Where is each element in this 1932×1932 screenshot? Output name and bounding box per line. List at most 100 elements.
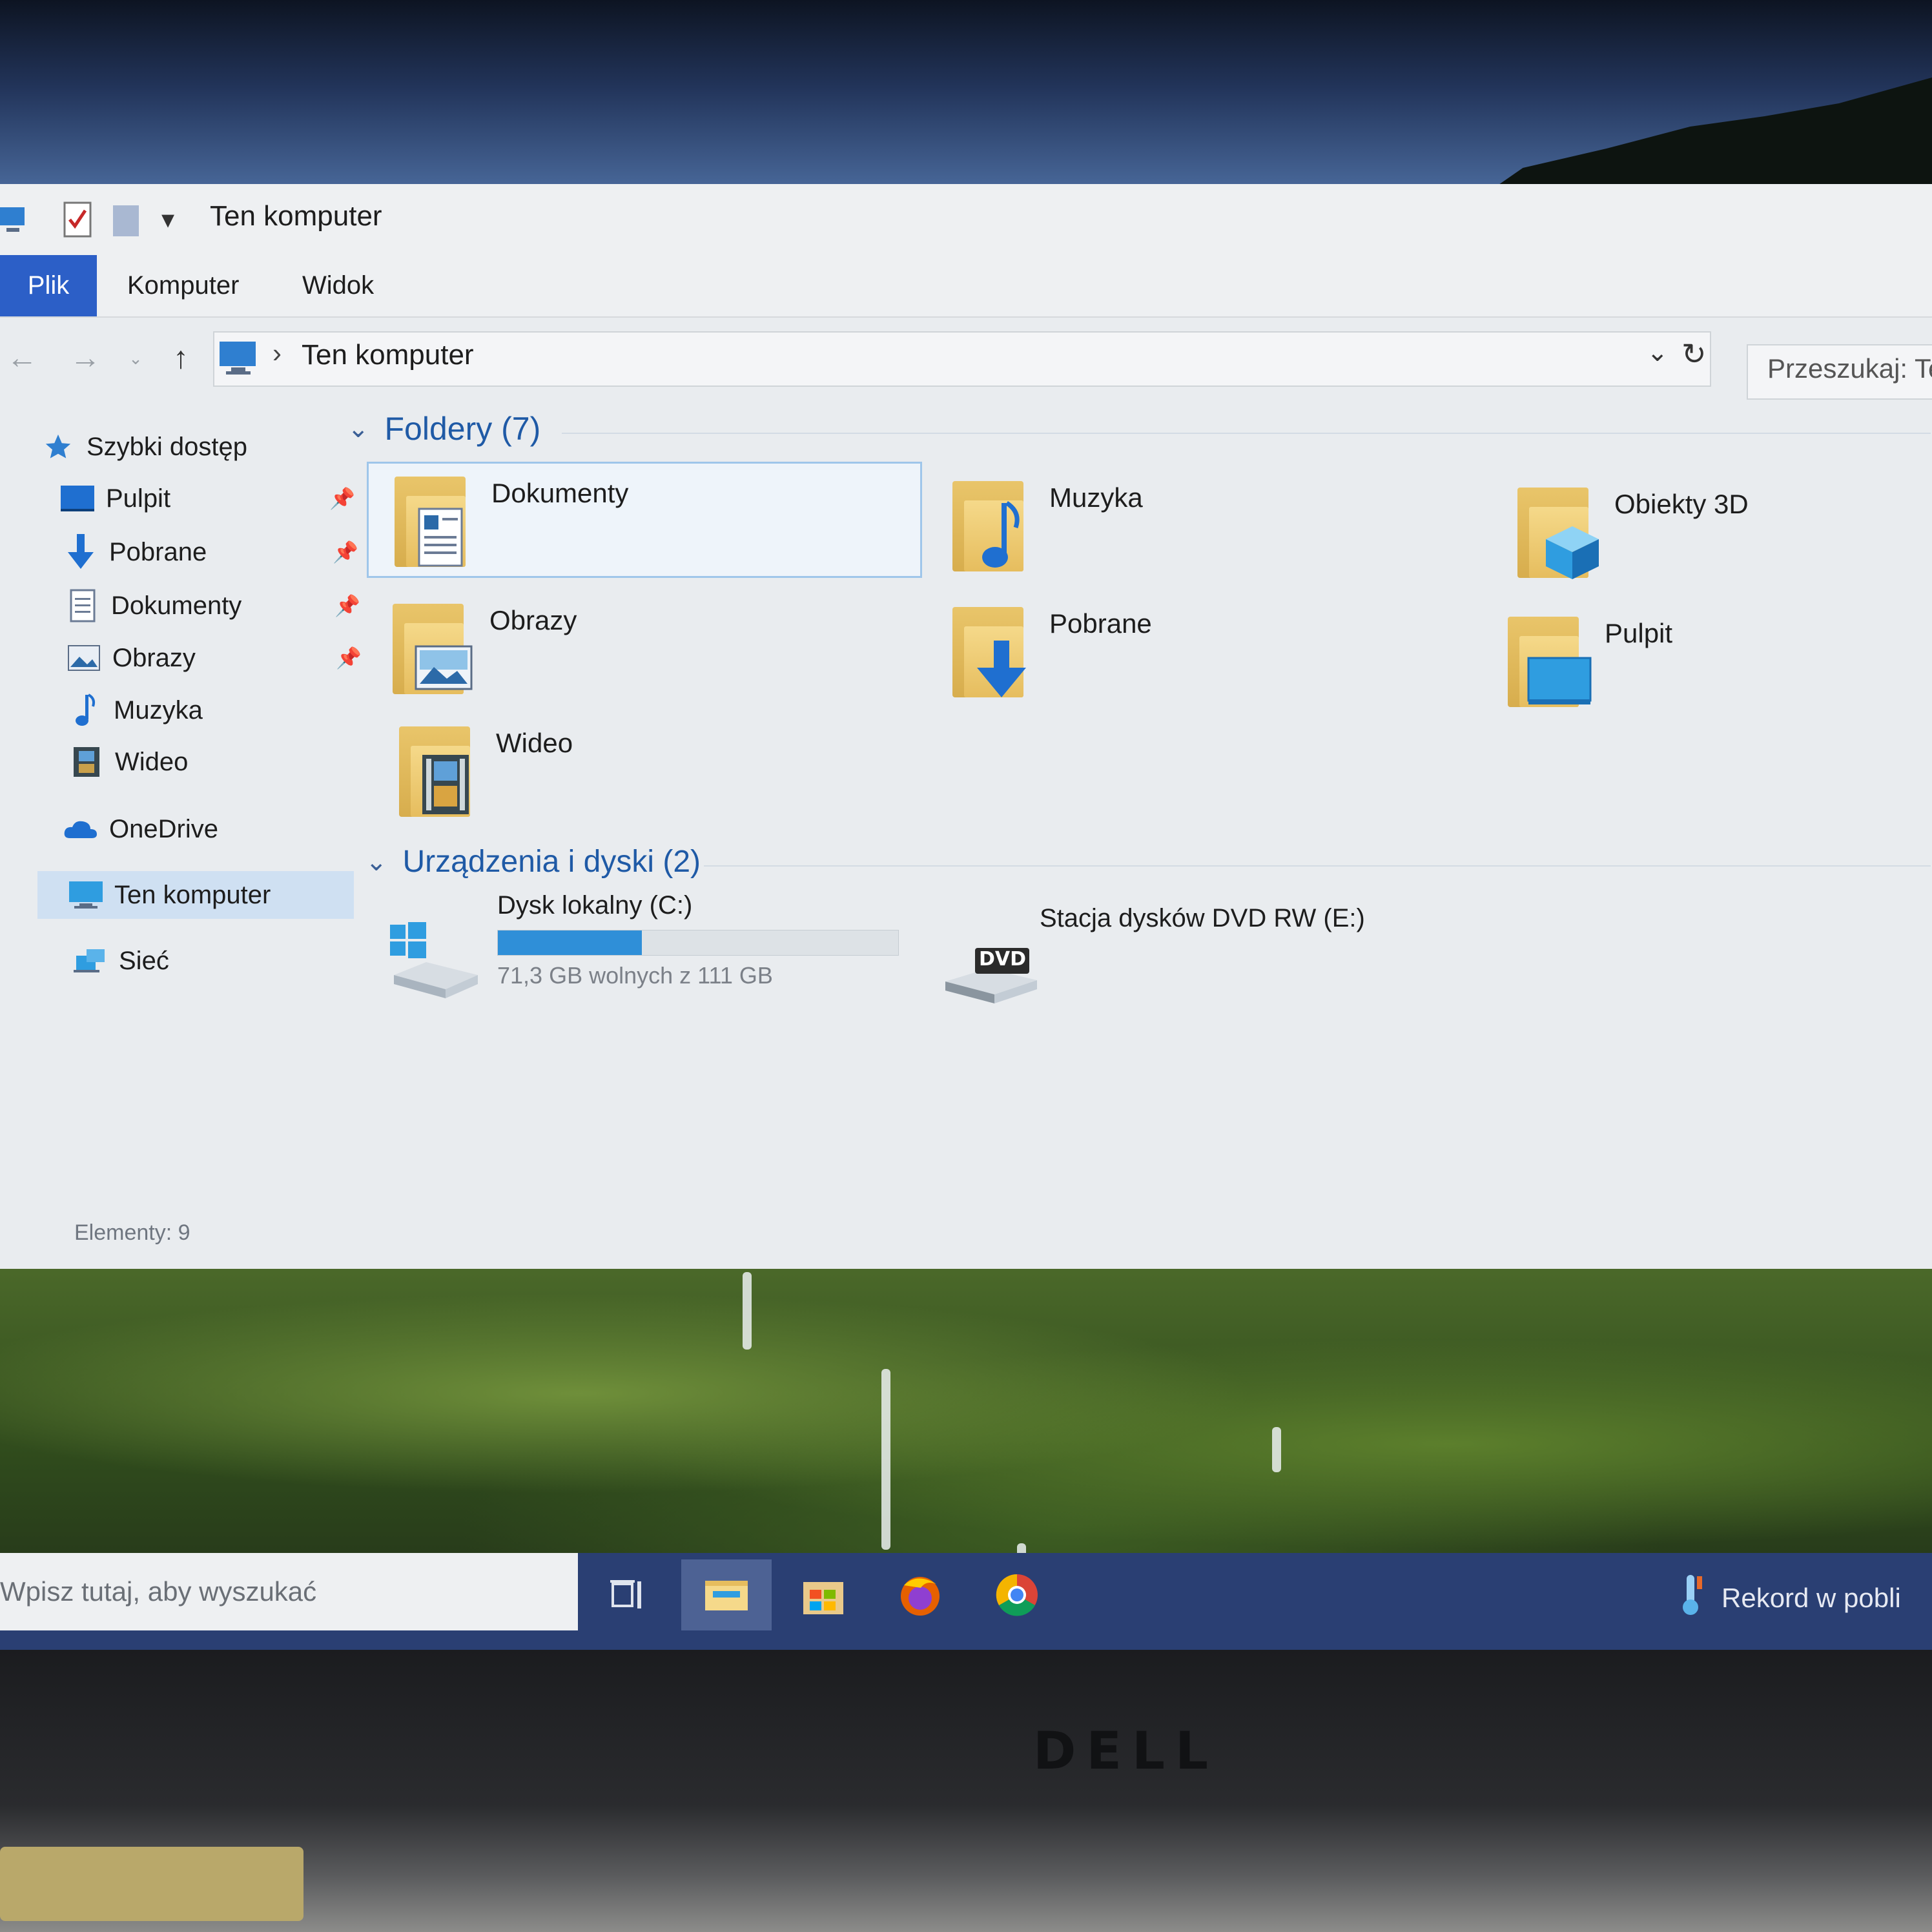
file-explorer-taskbar-icon[interactable] (681, 1559, 772, 1630)
news-weather-widget[interactable]: Rekord w pobli (1679, 1566, 1901, 1630)
film-icon (420, 752, 471, 817)
window-title: Ten komputer (210, 200, 382, 232)
folder-item-pictures[interactable]: Obrazy (367, 591, 922, 707)
sidebar-item-this-pc[interactable]: Ten komputer (37, 871, 354, 919)
sidebar-item-videos[interactable]: Wideo (67, 738, 384, 786)
folder-name: Pulpit (1605, 618, 1673, 648)
firefox-icon[interactable] (875, 1559, 965, 1630)
drive-item-dvd[interactable]: DVD Stacja dysków DVD RW (E:) (923, 904, 1505, 1033)
refresh-icon[interactable]: ↻ (1681, 336, 1707, 371)
waterfall-decoration (881, 1369, 890, 1550)
folders-group-header[interactable]: ⌄ Foldery (7) (347, 410, 540, 447)
folder-icon (399, 726, 470, 817)
pictures-icon (65, 639, 103, 677)
document-icon (63, 586, 102, 625)
up-arrow-icon[interactable]: ↑ (160, 334, 201, 383)
sidebar-item-label: Obrazy (112, 643, 196, 672)
group-header-label: Foldery (7) (384, 411, 541, 447)
sidebar-item-desktop[interactable]: Pulpit 📌 (58, 475, 375, 522)
folder-item-3d-objects[interactable]: Obiekty 3D (1492, 475, 1932, 591)
search-input[interactable]: Przeszukaj: Te (1747, 344, 1932, 400)
recent-locations-dropdown-icon[interactable]: ⌄ (115, 334, 156, 383)
title-bar: ▾ Ten komputer (0, 184, 1932, 258)
folder-icon (1508, 617, 1592, 707)
sidebar-item-pictures[interactable]: Obrazy 📌 (65, 634, 381, 682)
sidebar-item-music[interactable]: Muzyka (66, 686, 382, 734)
cloud-icon (61, 810, 100, 848)
file-explorer-window: ▾ Ten komputer Plik Komputer Widok ← → ⌄… (0, 184, 1932, 1269)
desktop-wallpaper-forest (0, 1259, 1932, 1595)
cube-icon (1543, 524, 1601, 582)
group-header-label: Urządzenia i dyski (2) (402, 845, 701, 879)
drive-usage-bar (497, 930, 899, 956)
properties-icon[interactable] (61, 197, 94, 242)
folder-item-videos[interactable]: Wideo (373, 714, 929, 830)
chevron-down-icon[interactable]: ⌄ (1647, 338, 1669, 367)
star-icon (39, 427, 77, 466)
breadcrumb-separator-icon: › (272, 338, 282, 368)
folder-item-downloads[interactable]: Pobrane (927, 594, 1482, 710)
folder-item-desktop[interactable]: Pulpit (1482, 604, 1932, 720)
folder-icon (393, 604, 473, 694)
sidebar-item-network[interactable]: Sieć (71, 937, 387, 985)
taskbar: Wpisz tutaj, aby wyszukać Rekord w pobli (0, 1553, 1932, 1650)
taskbar-search-input[interactable]: Wpisz tutaj, aby wyszukać (0, 1553, 578, 1630)
drive-free-space: 71,3 GB wolnych z 111 GB (497, 962, 773, 989)
breadcrumb[interactable]: Ten komputer (302, 339, 474, 371)
desktop-icon (58, 479, 97, 518)
back-arrow-icon[interactable]: ← (1, 334, 43, 383)
drive-item-c[interactable]: Dysk lokalny (C:) 71,3 GB wolnych z 111 … (368, 891, 949, 1020)
laptop-logo: DELL (1033, 1721, 1219, 1781)
music-note-icon (978, 500, 1023, 571)
news-text: Rekord w pobli (1721, 1583, 1901, 1613)
devices-group-header[interactable]: ⌄ Urządzenia i dyski (2) (365, 844, 701, 879)
sidebar-item-onedrive[interactable]: OneDrive (61, 805, 378, 853)
content-pane: ⌄ Foldery (7) Dokumenty Muzyka Obiekty 3… (342, 404, 1931, 1243)
folder-icon (952, 607, 1026, 697)
chevron-down-icon[interactable]: ⌄ (347, 414, 369, 444)
group-divider (562, 433, 1931, 434)
network-icon (71, 941, 110, 980)
chrome-icon[interactable] (972, 1559, 1062, 1630)
music-note-icon (66, 691, 105, 730)
tab-computer[interactable]: Komputer (127, 255, 239, 316)
address-bar[interactable]: › Ten komputer ⌄ ↻ (213, 331, 1711, 387)
sidebar-item-label: Ten komputer (114, 880, 271, 909)
tab-file[interactable]: Plik (0, 255, 97, 316)
group-divider (704, 865, 1931, 867)
computer-icon[interactable] (0, 197, 26, 242)
folder-item-documents[interactable]: Dokumenty (367, 462, 922, 578)
sidebar-item-quick-access[interactable]: Szybki dostęp (39, 423, 355, 471)
hard-drive-icon (387, 917, 484, 1001)
sidebar-item-downloads[interactable]: Pobrane 📌 (61, 528, 378, 576)
film-icon (67, 743, 106, 781)
folder-name: Wideo (496, 728, 573, 758)
new-folder-icon[interactable] (110, 197, 142, 242)
status-bar-item-count: Elementy: 9 (74, 1220, 190, 1245)
folder-item-music[interactable]: Muzyka (927, 468, 1482, 584)
drive-usage-fill (498, 930, 642, 955)
forward-arrow-icon[interactable]: → (65, 334, 106, 383)
sidebar-item-label: Sieć (119, 946, 169, 975)
sidebar-item-label: Szybki dostęp (87, 432, 248, 461)
dvd-drive-icon: DVD (943, 930, 1040, 1014)
navigation-bar: ← → ⌄ ↑ › Ten komputer ⌄ ↻ Przeszukaj: T… (0, 326, 1932, 400)
desktop-icon (1527, 657, 1592, 706)
sidebar-item-label: Dokumenty (111, 591, 242, 620)
store-icon[interactable] (778, 1559, 868, 1630)
chevron-down-icon[interactable]: ⌄ (365, 847, 387, 877)
landscape-picture-icon (415, 645, 473, 690)
download-arrow-icon (974, 641, 1029, 699)
folder-name: Obiekty 3D (1614, 489, 1749, 519)
download-arrow-icon (61, 533, 100, 571)
customize-toolbar-dropdown-icon[interactable]: ▾ (155, 197, 181, 242)
laptop-chassis-highlight (0, 1847, 303, 1921)
tab-view[interactable]: Widok (302, 255, 374, 316)
task-view-icon[interactable] (584, 1559, 675, 1630)
folder-icon (1517, 488, 1599, 579)
sidebar-item-label: Muzyka (114, 695, 203, 724)
drive-name: Stacja dysków DVD RW (E:) (1040, 904, 1365, 932)
computer-icon (218, 339, 258, 381)
sidebar-item-documents[interactable]: Dokumenty 📌 (63, 582, 380, 630)
folder-icon (395, 477, 466, 567)
